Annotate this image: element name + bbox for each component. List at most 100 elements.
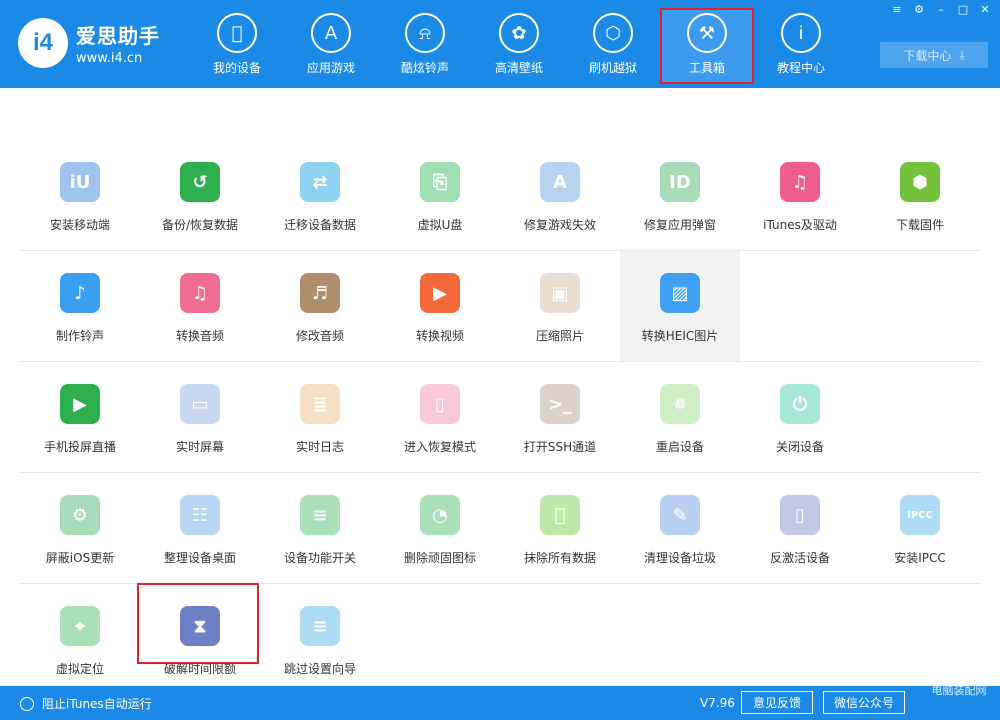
tool-row: ⚙ 屏蔽iOS更新 ☷ 整理设备桌面 ≡ 设备功能开关 ◔ 删除顽固图标  抹除所有数据 ✎ 清理设… [20,473,980,584]
tool-item[interactable]: ♬ 修改音频 [260,251,380,361]
nav-tab-6[interactable]: i 教程中心 [754,8,848,84]
tool-item[interactable]: ▶ 转换视频 [380,251,500,361]
tool-row: ♪ 制作铃声 ♫ 转换音频 ♬ 修改音频 ▶ 转换视频 ▣ 压缩照片 ▨ 转换HEIC图片 [20,251,980,362]
tool-label: 打开SSH通道 [523,440,597,454]
tool-icon: ▨ [660,273,700,313]
nav-tab-4[interactable]: ⬡ 刷机越狱 [566,8,660,84]
nav-tab-5[interactable]: ⚒ 工具箱 [660,8,754,84]
info-icon: i [781,13,821,53]
nav-tab-0[interactable]:  我的设备 [190,8,284,84]
tool-icon: ⎘ [420,162,460,202]
tool-icon: IPCC [900,495,940,535]
highlight-box [137,583,259,664]
skin-icon[interactable]: ≡ [888,3,906,17]
nav-tab-3[interactable]: ✿ 高清壁纸 [472,8,566,84]
tool-item[interactable]: ≡ 设备功能开关 [260,473,380,583]
tool-label: 转换音频 [175,329,224,343]
tool-label: 压缩照片 [535,329,584,343]
tool-item[interactable]: ▨ 转换HEIC图片 [620,251,740,361]
main-nav:  我的设备 A 应用游戏 ⍾ 酷炫铃声 ✿ 高清壁纸 ⬡ 刷机越狱 ⚒ 工具箱 i 教程中心 [190,8,848,84]
tool-label: 虚拟U盘 [417,218,463,232]
tool-item[interactable]: ✎ 清理设备垃圾 [620,473,740,583]
tool-item[interactable]: ♪ 制作铃声 [20,251,140,361]
tool-label: iTunes及驱动 [763,218,837,232]
tool-item[interactable]: ☷ 整理设备桌面 [140,473,260,583]
tool-icon: ⌖ [60,606,100,646]
tool-label: 实时屏幕 [175,440,224,454]
close-icon[interactable]: ✕ [976,3,994,17]
tool-label: 备份/恢复数据 [161,218,239,232]
itunes-autorun-label: 阻止iTunes自动运行 [42,697,152,711]
tool-icon: ▯ [420,384,460,424]
tool-item[interactable]: ⬢ 下载固件 [860,140,980,250]
tool-icon: iU [60,162,100,202]
itunes-autorun-toggle[interactable]: 阻止iTunes自动运行 [20,695,152,712]
tool-item[interactable]: ≣ 实时日志 [260,362,380,472]
tool-item[interactable]: ⌖ 虚拟定位 [20,584,140,695]
nav-tab-2[interactable]: ⍾ 酷炫铃声 [378,8,472,84]
tool-label: 删除顽固图标 [403,551,476,565]
tool-item[interactable]: ▯ 进入恢复模式 [380,362,500,472]
tool-item[interactable]: >_ 打开SSH通道 [500,362,620,472]
tool-item[interactable]: iU 安装移动端 [20,140,140,250]
tool-item[interactable]: A 修复游戏失效 [500,140,620,250]
radio-icon[interactable] [20,696,34,711]
tool-label: 进入恢复模式 [403,440,476,454]
tool-item[interactable]: ◔ 删除顽固图标 [380,473,500,583]
tool-item[interactable]: ✵ 重启设备 [620,362,740,472]
tool-icon: ⇄ [300,162,340,202]
settings-icon[interactable]: ⚙ [910,3,928,17]
feedback-button[interactable]: 意见反馈 [741,691,813,714]
nav-tab-label: 刷机越狱 [588,61,637,75]
bell-icon: ⍾ [405,13,445,53]
minimize-icon[interactable]: – [932,3,950,17]
tool-item[interactable]: IPCC 安装IPCC [860,473,980,583]
tool-icon: ♪ [60,273,100,313]
tool-item[interactable]: ⎘ 虚拟U盘 [380,140,500,250]
tool-label: 屏蔽iOS更新 [45,551,115,565]
tool-item[interactable]: ⚙ 屏蔽iOS更新 [20,473,140,583]
tool-label: 安装移动端 [49,218,110,232]
app-logo: i4 爱思助手 www.i4.cn [18,18,160,68]
tool-item[interactable]: ▶ 手机投屏直播 [20,362,140,472]
tool-item[interactable]: ♫ iTunes及驱动 [740,140,860,250]
tool-icon: ✎ [660,495,700,535]
flower-icon: ✿ [499,13,539,53]
tool-item[interactable]: ≡ 跳过设置向导 [260,584,380,695]
tool-icon: ⏻ [780,384,820,424]
tool-item[interactable]: ▣ 压缩照片 [500,251,620,361]
tool-item[interactable]: ▯ 反激活设备 [740,473,860,583]
tool-label: 修改音频 [295,329,344,343]
nav-tab-1[interactable]: A 应用游戏 [284,8,378,84]
wechat-button[interactable]: 微信公众号 [823,691,905,714]
app-store-icon: A [311,13,351,53]
tool-icon: ≡ [300,495,340,535]
tool-icon: ⚙ [60,495,100,535]
tool-item[interactable]: ♫ 转换音频 [140,251,260,361]
tool-item[interactable]:  抹除所有数据 [500,473,620,583]
tool-item[interactable]: ID 修复应用弹窗 [620,140,740,250]
tool-icon: ♫ [180,273,220,313]
tool-label: 抹除所有数据 [523,551,596,565]
tool-label: 制作铃声 [55,329,104,343]
title-bar: i4 爱思助手 www.i4.cn  我的设备 A 应用游戏 ⍾ 酷炫铃声 ✿ 高清壁纸 ⬡ 刷… [0,0,1000,88]
tool-item[interactable]: ▭ 实时屏幕 [140,362,260,472]
nav-tab-label: 我的设备 [212,61,261,75]
download-center-label: 下载中心 [903,48,952,63]
brand-name: 爱思助手 [76,24,160,48]
tool-icon:  [540,495,580,535]
tool-item[interactable]: ↺ 备份/恢复数据 [140,140,260,250]
tool-icon: ▭ [180,384,220,424]
i4-logo-icon: i4 [18,18,68,68]
tool-item[interactable]: ⇄ 迁移设备数据 [260,140,380,250]
tool-icon: ♫ [780,162,820,202]
tool-icon: ▶ [420,273,460,313]
maximize-icon[interactable]: □ [954,3,972,17]
tool-label: 虚拟定位 [55,662,104,676]
nav-tab-label: 教程中心 [776,61,825,75]
tool-item[interactable]: ⏻ 关闭设备 [740,362,860,472]
tool-icon: ≣ [300,384,340,424]
nav-tab-label: 应用游戏 [306,61,355,75]
tool-label: 设备功能开关 [283,551,356,565]
download-center-button[interactable]: 下载中心 ⤓ [880,42,988,68]
